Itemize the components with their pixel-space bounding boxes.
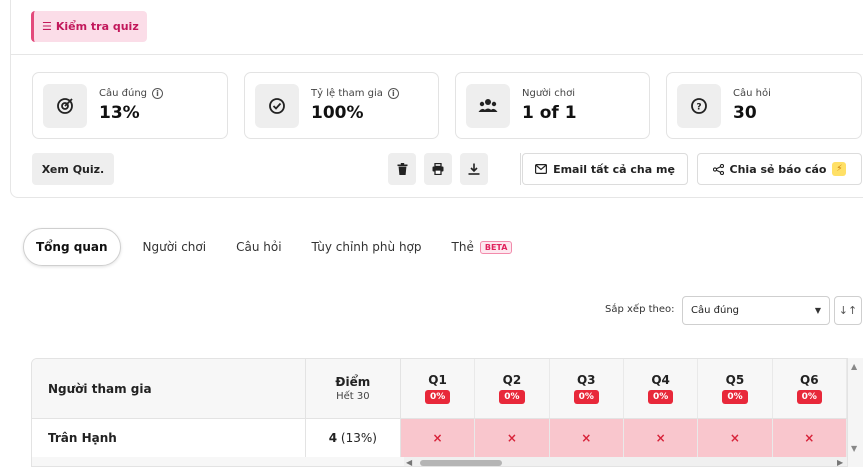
question-circle-icon: ? bbox=[677, 83, 721, 128]
score-header-sub: Hết 30 bbox=[336, 391, 370, 402]
answer-cell-incorrect[interactable]: × bbox=[475, 419, 550, 457]
scroll-right-arrow-icon[interactable]: ▶ bbox=[837, 458, 843, 466]
answer-cell-incorrect[interactable]: × bbox=[623, 419, 699, 457]
question-label: Q3 bbox=[576, 373, 596, 387]
scrollbar-thumb[interactable] bbox=[420, 460, 502, 466]
report-tabs: Tổng quan Người chơi Câu hỏi Tùy chỉnh p… bbox=[23, 228, 542, 266]
vertical-scrollbar[interactable]: ▲ ▼ bbox=[848, 358, 863, 467]
sort-select[interactable]: Câu đúng ▼ bbox=[682, 296, 830, 325]
share-report-button[interactable]: Chia sẻ báo cáo ⚡ bbox=[697, 153, 862, 185]
sort-order-icon: ↓↑ bbox=[838, 304, 858, 317]
trash-icon bbox=[397, 163, 407, 175]
header-q4[interactable]: Q4 0% bbox=[624, 359, 699, 418]
tab-label: Câu hỏi bbox=[236, 240, 282, 254]
sort-direction-button[interactable]: ↓↑ bbox=[834, 296, 862, 325]
header-q6[interactable]: Q6 0% bbox=[773, 359, 847, 418]
beta-badge: BETA bbox=[479, 240, 513, 254]
target-icon bbox=[43, 83, 87, 128]
stat-card-participation: Tỷ lệ tham gia i 100% bbox=[244, 72, 439, 139]
question-accuracy-badge: 0% bbox=[424, 390, 451, 404]
check-circle-icon bbox=[255, 83, 299, 128]
download-button[interactable] bbox=[460, 153, 488, 185]
question-accuracy-badge: 0% bbox=[499, 390, 525, 404]
list-icon: ☰ bbox=[42, 20, 52, 33]
tab-label: Người chơi bbox=[142, 240, 207, 254]
question-label: Q5 bbox=[725, 373, 745, 387]
question-label: Q1 bbox=[428, 373, 447, 387]
table-row[interactable]: Trân Hạnh 4 (13%) × × × × × × bbox=[32, 419, 847, 457]
svg-text:?: ? bbox=[696, 102, 701, 112]
panel-divider bbox=[10, 54, 863, 55]
answer-cell-incorrect[interactable]: × bbox=[549, 419, 624, 457]
email-parents-button[interactable]: Email tất cả cha mẹ bbox=[522, 153, 688, 185]
share-report-label: Chia sẻ báo cáo bbox=[729, 162, 827, 176]
sort-label: Sắp xếp theo: bbox=[605, 304, 675, 315]
question-accuracy-badge: 0% bbox=[796, 390, 822, 404]
stat-value-correct: 13% bbox=[99, 103, 140, 123]
stat-label-questions: Câu hỏi bbox=[733, 88, 771, 99]
tab-label: Tùy chỉnh phù hợp bbox=[311, 240, 422, 254]
toolbar-separator bbox=[520, 153, 521, 185]
score-header-label: Điểm bbox=[335, 375, 371, 389]
answer-cell-incorrect[interactable]: × bbox=[400, 419, 476, 457]
answer-cell-incorrect[interactable]: × bbox=[772, 419, 847, 457]
header-q5[interactable]: Q5 0% bbox=[698, 359, 773, 418]
users-icon bbox=[466, 83, 510, 128]
tab-label: Tổng quan bbox=[36, 240, 108, 254]
email-parents-label: Email tất cả cha mẹ bbox=[553, 162, 675, 176]
scrollbar-frozen-area bbox=[32, 457, 404, 466]
stat-label-players: Người chơi bbox=[522, 88, 575, 99]
info-icon[interactable]: i bbox=[387, 88, 399, 99]
question-accuracy-badge: 0% bbox=[722, 390, 748, 404]
answer-cell-incorrect[interactable]: × bbox=[698, 419, 773, 457]
results-table: Người tham gia Điểm Hết 30 Q1 0% Q2 0% Q3 0… bbox=[31, 358, 848, 467]
stat-card-questions: ? Câu hỏi 30 bbox=[666, 72, 862, 139]
header-score[interactable]: Điểm Hết 30 bbox=[306, 359, 401, 418]
stat-value-participation: 100% bbox=[311, 103, 364, 123]
tab-overview[interactable]: Tổng quan bbox=[23, 228, 121, 266]
quiz-type-tag: ☰ Kiểm tra quiz bbox=[31, 11, 147, 42]
download-icon bbox=[468, 163, 480, 175]
tab-questions[interactable]: Câu hỏi bbox=[236, 240, 281, 254]
stat-card-players: Người chơi 1 of 1 bbox=[455, 72, 650, 139]
stat-value-questions: 30 bbox=[733, 103, 757, 123]
stat-value-players: 1 of 1 bbox=[522, 103, 577, 123]
question-label: Q4 bbox=[651, 373, 670, 387]
participant-score: 4 (13%) bbox=[306, 419, 401, 457]
tab-accommodations[interactable]: Tùy chỉnh phù hợp bbox=[312, 240, 422, 254]
header-q1[interactable]: Q1 0% bbox=[401, 359, 476, 418]
sort-selected-value: Câu đúng bbox=[691, 305, 739, 316]
tab-label: Thẻ bbox=[451, 240, 474, 254]
tab-cards[interactable]: Thẻ BETA bbox=[452, 240, 513, 254]
stat-label-participation: Tỷ lệ tham gia bbox=[311, 88, 383, 99]
scroll-up-arrow-icon[interactable]: ▲ bbox=[851, 362, 857, 371]
print-button[interactable] bbox=[424, 153, 452, 185]
question-accuracy-badge: 0% bbox=[647, 390, 674, 404]
header-q2[interactable]: Q2 0% bbox=[475, 359, 550, 418]
score-value: 4 bbox=[328, 431, 338, 445]
question-label: Q6 bbox=[800, 373, 819, 387]
quiz-type-label: Kiểm tra quiz bbox=[55, 20, 139, 33]
caret-down-icon: ▼ bbox=[814, 306, 821, 315]
stat-label-correct: Câu đúng bbox=[99, 88, 147, 99]
mail-icon bbox=[535, 164, 548, 174]
horizontal-scrollbar[interactable]: ◀ ▶ bbox=[32, 457, 847, 466]
printer-icon bbox=[432, 163, 444, 175]
question-accuracy-badge: 0% bbox=[573, 390, 599, 404]
lightning-icon: ⚡ bbox=[832, 162, 847, 176]
scroll-left-arrow-icon[interactable]: ◀ bbox=[406, 458, 412, 466]
delete-button[interactable] bbox=[388, 153, 416, 185]
tab-players[interactable]: Người chơi bbox=[143, 240, 207, 254]
scroll-down-arrow-icon[interactable]: ▼ bbox=[851, 444, 857, 453]
info-icon[interactable]: i bbox=[152, 88, 163, 99]
question-label: Q2 bbox=[502, 373, 522, 387]
share-icon bbox=[712, 163, 724, 175]
stat-card-correct: Câu đúng i 13% bbox=[32, 72, 228, 139]
participant-name[interactable]: Trân Hạnh bbox=[32, 419, 306, 457]
score-percent: (13%) bbox=[340, 431, 377, 445]
view-quiz-button[interactable]: Xem Quiz. bbox=[32, 153, 114, 185]
header-participant[interactable]: Người tham gia bbox=[32, 359, 306, 418]
header-q3[interactable]: Q3 0% bbox=[550, 359, 624, 418]
table-header-row: Người tham gia Điểm Hết 30 Q1 0% Q2 0% Q3 0… bbox=[32, 359, 847, 419]
